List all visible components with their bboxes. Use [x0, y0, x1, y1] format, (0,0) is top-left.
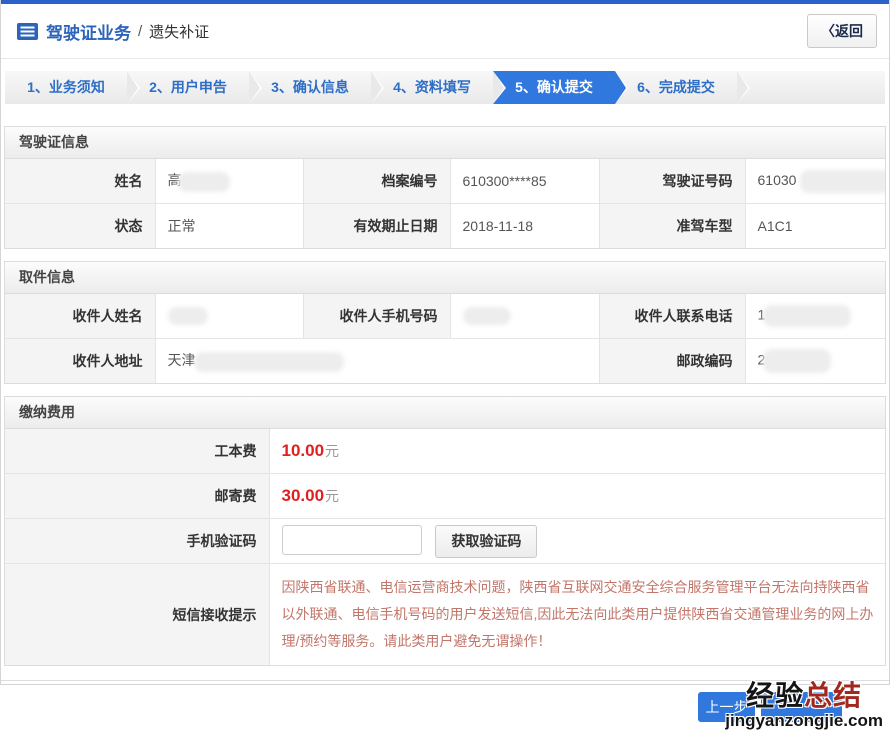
- captcha-input[interactable]: [282, 525, 422, 555]
- recipient-mobile-label: 收件人手机号码: [303, 294, 450, 339]
- redacted-blur: [178, 172, 230, 192]
- footer-buttons: 上一步: [698, 692, 842, 722]
- step-tabs: 1、业务须知 2、用户申告 3、确认信息 4、资料填写 5、确认提交 6、完成提…: [5, 71, 885, 104]
- license-info-table: 姓名 高 档案编号 610300****85 驾驶证号码 61030 状态 正常…: [5, 159, 885, 248]
- list-form-icon: [17, 23, 38, 40]
- table-row: 收件人姓名 收件人手机号码 收件人联系电话 1: [5, 294, 885, 339]
- work-fee-amount: 10.00: [282, 441, 325, 460]
- sms-notice-cell: 因陕西省联通、电信运营商技术问题，陕西省互联网交通安全综合服务管理平台无法向持陕…: [269, 564, 885, 666]
- tab-step-5-active[interactable]: 5、确认提交: [493, 71, 615, 104]
- license-section-title: 驾驶证信息: [5, 127, 885, 159]
- postal-code-value: 2: [745, 339, 885, 384]
- table-row: 状态 正常 有效期止日期 2018-11-18 准驾车型 A1C1: [5, 204, 885, 249]
- work-fee-value: 10.00元: [269, 429, 885, 474]
- recipient-mobile-value: [450, 294, 599, 339]
- header: 驾驶证业务 / 遗失补证 〈返回: [1, 4, 889, 59]
- previous-step-button[interactable]: 上一步: [698, 692, 755, 722]
- expiry-value: 2018-11-18: [450, 204, 599, 249]
- redacted-blur: [800, 170, 885, 193]
- tab-step-1[interactable]: 1、业务须知: [5, 71, 127, 104]
- table-row: 收件人地址 天津 邮政编码 2: [5, 339, 885, 384]
- vehicle-class-value: A1C1: [745, 204, 885, 249]
- status-value: 正常: [155, 204, 303, 249]
- recipient-phone-value: 1: [745, 294, 885, 339]
- table-row: 工本费 10.00元: [5, 429, 885, 474]
- redacted-blur: [763, 305, 851, 327]
- post-fee-value: 30.00元: [269, 474, 885, 519]
- pickup-info-table: 收件人姓名 收件人手机号码 收件人联系电话 1 收件人地址 天津 邮政编码 2: [5, 294, 885, 383]
- post-fee-amount: 30.00: [282, 486, 325, 505]
- tab-step-6[interactable]: 6、完成提交: [615, 71, 737, 104]
- recipient-name-value: [155, 294, 303, 339]
- name-label: 姓名: [5, 159, 155, 204]
- back-button[interactable]: 〈返回: [807, 14, 877, 48]
- table-row: 短信接收提示 因陕西省联通、电信运营商技术问题，陕西省互联网交通安全综合服务管理…: [5, 564, 885, 666]
- pickup-info-section: 取件信息 收件人姓名 收件人手机号码 收件人联系电话 1 收件人地址 天津 邮政…: [4, 261, 886, 384]
- redacted-blur: [463, 307, 511, 325]
- redacted-blur: [763, 349, 831, 373]
- footer: 上一步 经验总结 jingyanzongjie.com: [1, 680, 889, 733]
- tab-step-4[interactable]: 4、资料填写: [371, 71, 493, 104]
- back-button-label: 返回: [835, 23, 863, 39]
- license-number-value: 61030: [745, 159, 885, 204]
- page: 驾驶证业务 / 遗失补证 〈返回 1、业务须知 2、用户申告 3、确认信息 4、…: [0, 0, 890, 685]
- step-tabs-filler: [737, 71, 885, 104]
- status-label: 状态: [5, 204, 155, 249]
- file-number-label: 档案编号: [303, 159, 450, 204]
- redacted-blur: [194, 352, 344, 372]
- breadcrumb-current: 遗失补证: [149, 21, 209, 42]
- sms-notice-label: 短信接收提示: [5, 564, 269, 666]
- recipient-address-label: 收件人地址: [5, 339, 155, 384]
- table-row: 邮寄费 30.00元: [5, 474, 885, 519]
- page-title: 驾驶证业务: [46, 19, 131, 44]
- recipient-address-value: 天津: [155, 339, 599, 384]
- fees-section: 缴纳费用 工本费 10.00元 邮寄费 30.00元 手机验证码 获取验证码 短…: [4, 396, 886, 666]
- table-row: 手机验证码 获取验证码: [5, 519, 885, 564]
- recipient-phone-label: 收件人联系电话: [599, 294, 745, 339]
- submit-button-obscured[interactable]: [761, 692, 842, 722]
- sms-notice-text: 因陕西省联通、电信运营商技术问题，陕西省互联网交通安全综合服务管理平台无法向持陕…: [282, 579, 874, 649]
- fees-section-title: 缴纳费用: [5, 397, 885, 429]
- tab-step-3[interactable]: 3、确认信息: [249, 71, 371, 104]
- captcha-cell: 获取验证码: [269, 519, 885, 564]
- get-code-button[interactable]: 获取验证码: [435, 525, 537, 558]
- file-number-value: 610300****85: [450, 159, 599, 204]
- redacted-blur: [168, 307, 208, 325]
- post-fee-label: 邮寄费: [5, 474, 269, 519]
- fees-table: 工本费 10.00元 邮寄费 30.00元 手机验证码 获取验证码 短信接收提示…: [5, 429, 885, 665]
- license-info-section: 驾驶证信息 姓名 高 档案编号 610300****85 驾驶证号码 61030…: [4, 126, 886, 249]
- tab-step-2[interactable]: 2、用户申告: [127, 71, 249, 104]
- vehicle-class-label: 准驾车型: [599, 204, 745, 249]
- work-fee-unit: 元: [325, 443, 339, 459]
- work-fee-label: 工本费: [5, 429, 269, 474]
- breadcrumb-separator: /: [138, 23, 142, 40]
- name-value: 高: [155, 159, 303, 204]
- recipient-name-label: 收件人姓名: [5, 294, 155, 339]
- post-fee-unit: 元: [325, 488, 339, 504]
- back-arrow-icon: 〈: [821, 23, 835, 39]
- captcha-label: 手机验证码: [5, 519, 269, 564]
- license-number-label: 驾驶证号码: [599, 159, 745, 204]
- postal-code-label: 邮政编码: [599, 339, 745, 384]
- pickup-section-title: 取件信息: [5, 262, 885, 294]
- table-row: 姓名 高 档案编号 610300****85 驾驶证号码 61030: [5, 159, 885, 204]
- expiry-label: 有效期止日期: [303, 204, 450, 249]
